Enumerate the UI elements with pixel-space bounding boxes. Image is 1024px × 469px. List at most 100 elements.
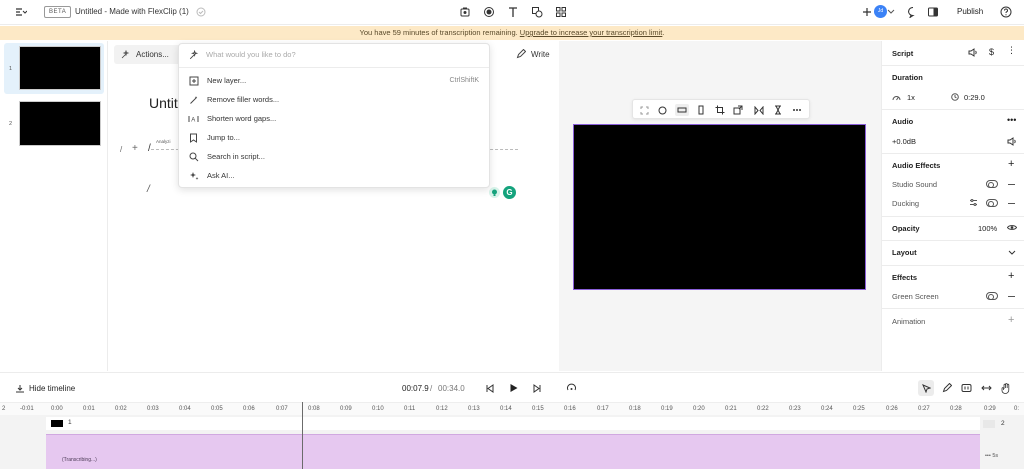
- dollar-icon[interactable]: $: [989, 47, 994, 57]
- divider: [882, 109, 1024, 110]
- scene-thumbnail[interactable]: [19, 46, 101, 90]
- more-icon[interactable]: ⋮: [1007, 45, 1016, 56]
- next-scene-slot[interactable]: [983, 420, 995, 428]
- scene-clip-thumbnail[interactable]: [51, 420, 63, 427]
- remove-icon[interactable]: [1008, 184, 1015, 185]
- record-icon[interactable]: [482, 5, 496, 19]
- loop-icon[interactable]: [563, 380, 579, 396]
- menu-icon[interactable]: [14, 5, 28, 19]
- time-separator: /: [430, 384, 433, 393]
- transcription-banner: You have 59 minutes of transcription rem…: [0, 26, 1024, 40]
- write-button[interactable]: Write: [516, 49, 550, 59]
- ducking-toggle[interactable]: [986, 199, 998, 207]
- add-effect-icon[interactable]: +: [1008, 270, 1014, 282]
- crop-icon[interactable]: [714, 104, 726, 116]
- grammarly-icon[interactable]: G: [503, 186, 516, 199]
- actions-button[interactable]: Actions...: [114, 45, 184, 64]
- audio-clip[interactable]: (Transcribing...): [46, 434, 980, 469]
- upgrade-link[interactable]: Upgrade to increase your transcription l…: [520, 28, 663, 37]
- zoom-level[interactable]: ••• 5s: [985, 453, 998, 459]
- trim-tool-icon[interactable]: [958, 380, 974, 396]
- properties-panel: Script $ ⋮ Duration 1x 0:29.0 Audio ••• …: [881, 41, 1024, 371]
- bookmark-icon: [188, 132, 199, 143]
- ruler-tick: 0:01: [83, 406, 95, 412]
- chevron-down-icon[interactable]: [1008, 250, 1016, 256]
- fullscreen-icon[interactable]: [638, 104, 650, 116]
- total-time: 00:34.0: [438, 384, 465, 393]
- speed-value[interactable]: 1x: [907, 93, 937, 102]
- opacity-value[interactable]: 100%: [978, 224, 1003, 233]
- ruler-tick: -0:01: [20, 406, 34, 412]
- speaker-icon[interactable]: [968, 48, 978, 57]
- text-tool-icon[interactable]: [506, 5, 520, 19]
- remove-icon[interactable]: [1008, 203, 1015, 204]
- landscape-icon[interactable]: [675, 104, 689, 116]
- audio-label: Audio: [892, 117, 914, 126]
- volume-value[interactable]: +0.0dB: [892, 137, 952, 146]
- actions-menu: New layer... CtrlShiftK Remove filler wo…: [178, 43, 490, 188]
- sliders-icon[interactable]: [969, 198, 978, 207]
- preview-area: [559, 41, 881, 371]
- scene-thumbnail[interactable]: [19, 101, 101, 146]
- scene-track[interactable]: [46, 417, 980, 430]
- chevron-down-icon[interactable]: [884, 5, 898, 19]
- comments-icon[interactable]: [906, 5, 920, 19]
- resize-icon[interactable]: [732, 104, 744, 116]
- svg-text:A: A: [191, 117, 195, 123]
- menu-item-label: Jump to...: [207, 133, 240, 142]
- panel-toggle-icon[interactable]: [926, 5, 940, 19]
- skip-back-icon[interactable]: [481, 380, 497, 396]
- menu-item-remove-filler[interactable]: Remove filler words...: [179, 90, 489, 109]
- remove-icon[interactable]: [1008, 296, 1015, 297]
- playhead[interactable]: [302, 402, 303, 469]
- lightbulb-icon[interactable]: [489, 187, 500, 198]
- ruler-tick: 0:02: [115, 406, 127, 412]
- help-icon[interactable]: [999, 5, 1013, 19]
- ruler-tick: 0:06: [243, 406, 255, 412]
- add-line-icon[interactable]: +: [132, 143, 138, 154]
- timeline-ruler[interactable]: 2 -0:01 0:00 0:01 0:02 0:03 0:04 0:05 0:…: [0, 402, 1024, 415]
- slash-tool[interactable]: /: [120, 145, 122, 154]
- grid-icon[interactable]: [554, 5, 568, 19]
- shapes-icon[interactable]: [530, 5, 544, 19]
- timeline-icon[interactable]: [15, 384, 25, 393]
- video-canvas[interactable]: [573, 124, 866, 290]
- scene-number: 1: [9, 66, 13, 72]
- script-heading[interactable]: Untitl: [149, 95, 181, 111]
- menu-item-search-script[interactable]: Search in script...: [179, 147, 489, 166]
- actions-search-input[interactable]: [206, 50, 476, 59]
- duration-value[interactable]: 0:29.0: [964, 93, 1004, 102]
- layout-label[interactable]: Layout: [892, 248, 952, 257]
- select-tool-icon[interactable]: [918, 380, 934, 396]
- menu-item-ask-ai[interactable]: Ask AI...: [179, 166, 489, 185]
- play-icon[interactable]: [505, 380, 521, 396]
- expand-icon[interactable]: [978, 380, 994, 396]
- ruler-tick: 0:09: [340, 406, 352, 412]
- publish-button[interactable]: Publish: [957, 7, 983, 16]
- eye-icon[interactable]: [1007, 224, 1017, 231]
- transcribing-label: (Transcribing...): [62, 457, 97, 463]
- flip-icon[interactable]: [753, 104, 765, 116]
- divider: [882, 308, 1024, 309]
- speaker-icon[interactable]: [1007, 137, 1017, 146]
- hide-timeline-button[interactable]: Hide timeline: [29, 384, 75, 393]
- add-animation-icon[interactable]: +: [1008, 314, 1014, 326]
- record-screen-icon[interactable]: [458, 5, 472, 19]
- studio-sound-label: Studio Sound: [892, 180, 938, 189]
- more-icon[interactable]: •••: [1007, 115, 1016, 125]
- menu-item-shorten-gaps[interactable]: A Shorten word gaps...: [179, 109, 489, 128]
- hourglass-icon[interactable]: [772, 104, 784, 116]
- studio-sound-toggle[interactable]: [986, 180, 998, 188]
- portrait-icon[interactable]: [695, 104, 707, 116]
- skip-forward-icon[interactable]: [529, 380, 545, 396]
- green-screen-toggle[interactable]: [986, 292, 998, 300]
- draw-tool-icon[interactable]: [939, 380, 955, 396]
- hand-tool-icon[interactable]: [998, 380, 1014, 396]
- menu-item-new-layer[interactable]: New layer... CtrlShiftK: [179, 71, 489, 90]
- circle-crop-icon[interactable]: [656, 104, 668, 116]
- more-icon[interactable]: [791, 104, 803, 116]
- add-effect-icon[interactable]: +: [1008, 158, 1014, 170]
- document-title[interactable]: Untitled - Made with FlexClip (1): [75, 7, 189, 16]
- add-collaborator-icon[interactable]: [860, 5, 874, 19]
- menu-item-jump-to[interactable]: Jump to...: [179, 128, 489, 147]
